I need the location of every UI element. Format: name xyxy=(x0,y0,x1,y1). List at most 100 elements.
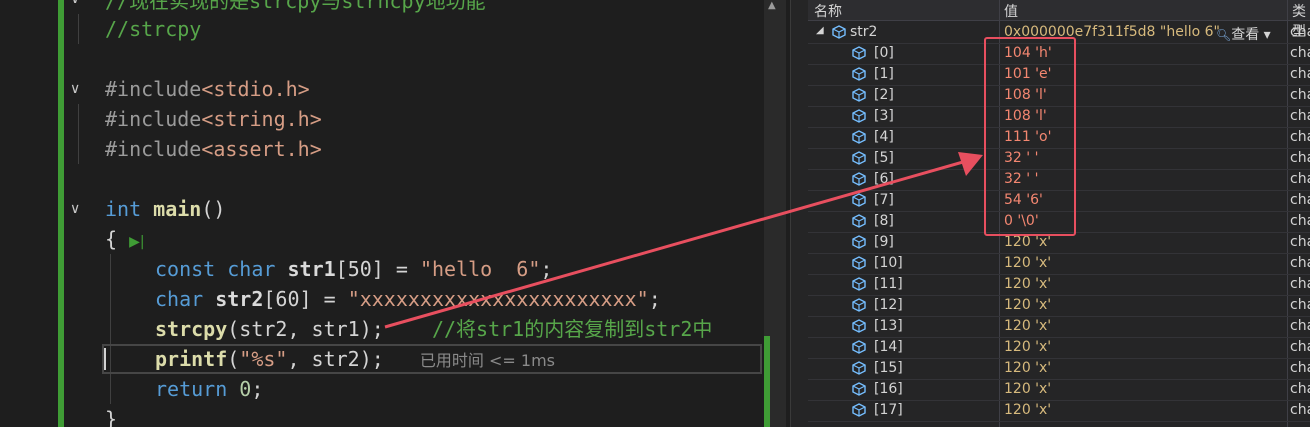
fold-chevron-down-icon[interactable]: ∨ xyxy=(70,74,86,104)
element-value: 120 'x' xyxy=(1004,234,1052,250)
cube-icon xyxy=(852,109,866,123)
element-index: [12] xyxy=(874,297,903,313)
element-value: 120 'x' xyxy=(1004,318,1052,334)
element-type: cha xyxy=(1290,318,1310,334)
element-index: [2] xyxy=(874,87,894,103)
element-type: cha xyxy=(1290,45,1310,61)
cube-icon xyxy=(852,193,866,207)
cube-icon xyxy=(852,256,866,270)
element-value: 120 'x' xyxy=(1004,381,1052,397)
element-type: cha xyxy=(1290,192,1310,208)
element-index: [15] xyxy=(874,360,903,376)
watch-variable-name: str2 xyxy=(850,24,878,40)
element-type: cha xyxy=(1290,108,1310,124)
element-index: [3] xyxy=(874,108,894,124)
element-index: [9] xyxy=(874,234,894,250)
element-type: cha xyxy=(1290,339,1310,355)
watch-header: 名称 值 类型 xyxy=(808,0,1310,40)
triangle-down-icon[interactable]: ◢ xyxy=(816,25,824,36)
element-type: cha xyxy=(1290,381,1310,397)
perf-tip: 已用时间 <= 1ms xyxy=(419,351,556,370)
column-header-value[interactable]: 值 xyxy=(1004,1,1018,21)
element-index: [11] xyxy=(874,276,903,292)
element-type: cha xyxy=(1290,234,1310,250)
element-value: 120 'x' xyxy=(1004,297,1052,313)
code-line-close-brace: } xyxy=(105,407,118,427)
code-line-str2: char str2[60] = "xxxxxxxxxxxxxxxxxxxxxxx… xyxy=(155,287,661,311)
cube-icon xyxy=(852,214,866,228)
element-index: [1] xyxy=(874,66,894,82)
magnifier-icon: 🔍︎ xyxy=(1216,28,1232,42)
element-type: cha xyxy=(1290,87,1310,103)
cube-icon xyxy=(852,382,866,396)
code-line-printf: printf("%s", str2); 已用时间 <= 1ms xyxy=(155,347,556,371)
code-line-include-assert: #include<assert.h> xyxy=(105,137,322,161)
cube-icon xyxy=(852,130,866,144)
element-type: cha xyxy=(1290,150,1310,166)
element-index: [4] xyxy=(874,129,894,145)
watch-row[interactable]: [13] 120 'x' cha xyxy=(808,316,1310,338)
cube-icon xyxy=(852,277,866,291)
element-index: [14] xyxy=(874,339,903,355)
cube-icon xyxy=(852,46,866,60)
cube-icon xyxy=(852,235,866,249)
element-type: cha xyxy=(1290,171,1310,187)
element-value: 120 'x' xyxy=(1004,339,1052,355)
annotation-highlight-box xyxy=(984,37,1076,236)
element-index: [6] xyxy=(874,171,894,187)
cube-icon xyxy=(852,88,866,102)
element-index: [7] xyxy=(874,192,894,208)
code-line-open-brace: { ▶| xyxy=(105,227,145,251)
element-type: cha xyxy=(1290,402,1310,418)
pane-splitter[interactable] xyxy=(790,0,809,427)
watch-row[interactable]: [10] 120 'x' cha xyxy=(808,253,1310,275)
code-line-main: int main() xyxy=(105,197,226,221)
watch-row[interactable]: [11] 120 'x' cha xyxy=(808,274,1310,296)
indent-guide xyxy=(78,14,79,44)
change-margin xyxy=(58,0,64,427)
element-index: [13] xyxy=(874,318,903,334)
element-value: 120 'x' xyxy=(1004,402,1052,418)
element-type: cha xyxy=(1290,297,1310,313)
code-editor[interactable]: ∨ //现在实现的是strcpy与strncpy地功能 //strcpy ∨ #… xyxy=(0,0,790,427)
element-index: [16] xyxy=(874,381,903,397)
cube-icon xyxy=(852,361,866,375)
cube-icon xyxy=(832,25,846,39)
watch-variable-type: cha xyxy=(1290,24,1310,40)
element-index: [10] xyxy=(874,255,903,271)
cube-icon xyxy=(852,151,866,165)
fold-chevron-down-icon[interactable]: ∨ xyxy=(70,194,86,224)
element-type: cha xyxy=(1290,66,1310,82)
watch-row[interactable]: [16] 120 'x' cha xyxy=(808,379,1310,401)
element-type: cha xyxy=(1290,255,1310,271)
column-header-name[interactable]: 名称 xyxy=(814,1,842,21)
code-line-include-stdio: #include<stdio.h> xyxy=(105,77,310,101)
scrollbar-change-marker xyxy=(764,336,770,427)
watch-row[interactable]: [17] 120 'x' cha xyxy=(808,400,1310,422)
element-value: 120 'x' xyxy=(1004,276,1052,292)
cube-icon xyxy=(852,340,866,354)
cube-icon xyxy=(852,67,866,81)
element-type: cha xyxy=(1290,360,1310,376)
element-index: [8] xyxy=(874,213,894,229)
indent-guide xyxy=(78,104,79,164)
code-line-include-string: #include<string.h> xyxy=(105,107,322,131)
element-value: 120 'x' xyxy=(1004,360,1052,376)
element-type: cha xyxy=(1290,213,1310,229)
view-button[interactable]: 🔍︎查看 ▾ xyxy=(1216,24,1271,44)
element-type: cha xyxy=(1290,276,1310,292)
watch-row[interactable]: [15] 120 'x' cha xyxy=(808,358,1310,380)
watch-row[interactable]: [12] 120 'x' cha xyxy=(808,295,1310,317)
cube-icon xyxy=(852,172,866,186)
fold-chevron-down-icon[interactable]: ∨ xyxy=(70,0,86,14)
text-caret xyxy=(104,348,106,370)
scroll-up-icon[interactable]: ▲ xyxy=(768,0,776,11)
element-type: cha xyxy=(1290,129,1310,145)
cube-icon xyxy=(852,319,866,333)
element-value: 120 'x' xyxy=(1004,255,1052,271)
watch-row[interactable]: [14] 120 'x' cha xyxy=(808,337,1310,359)
play-icon[interactable]: ▶| xyxy=(129,234,144,250)
cube-icon xyxy=(852,403,866,417)
element-index: [0] xyxy=(874,45,894,61)
cube-icon xyxy=(852,298,866,312)
